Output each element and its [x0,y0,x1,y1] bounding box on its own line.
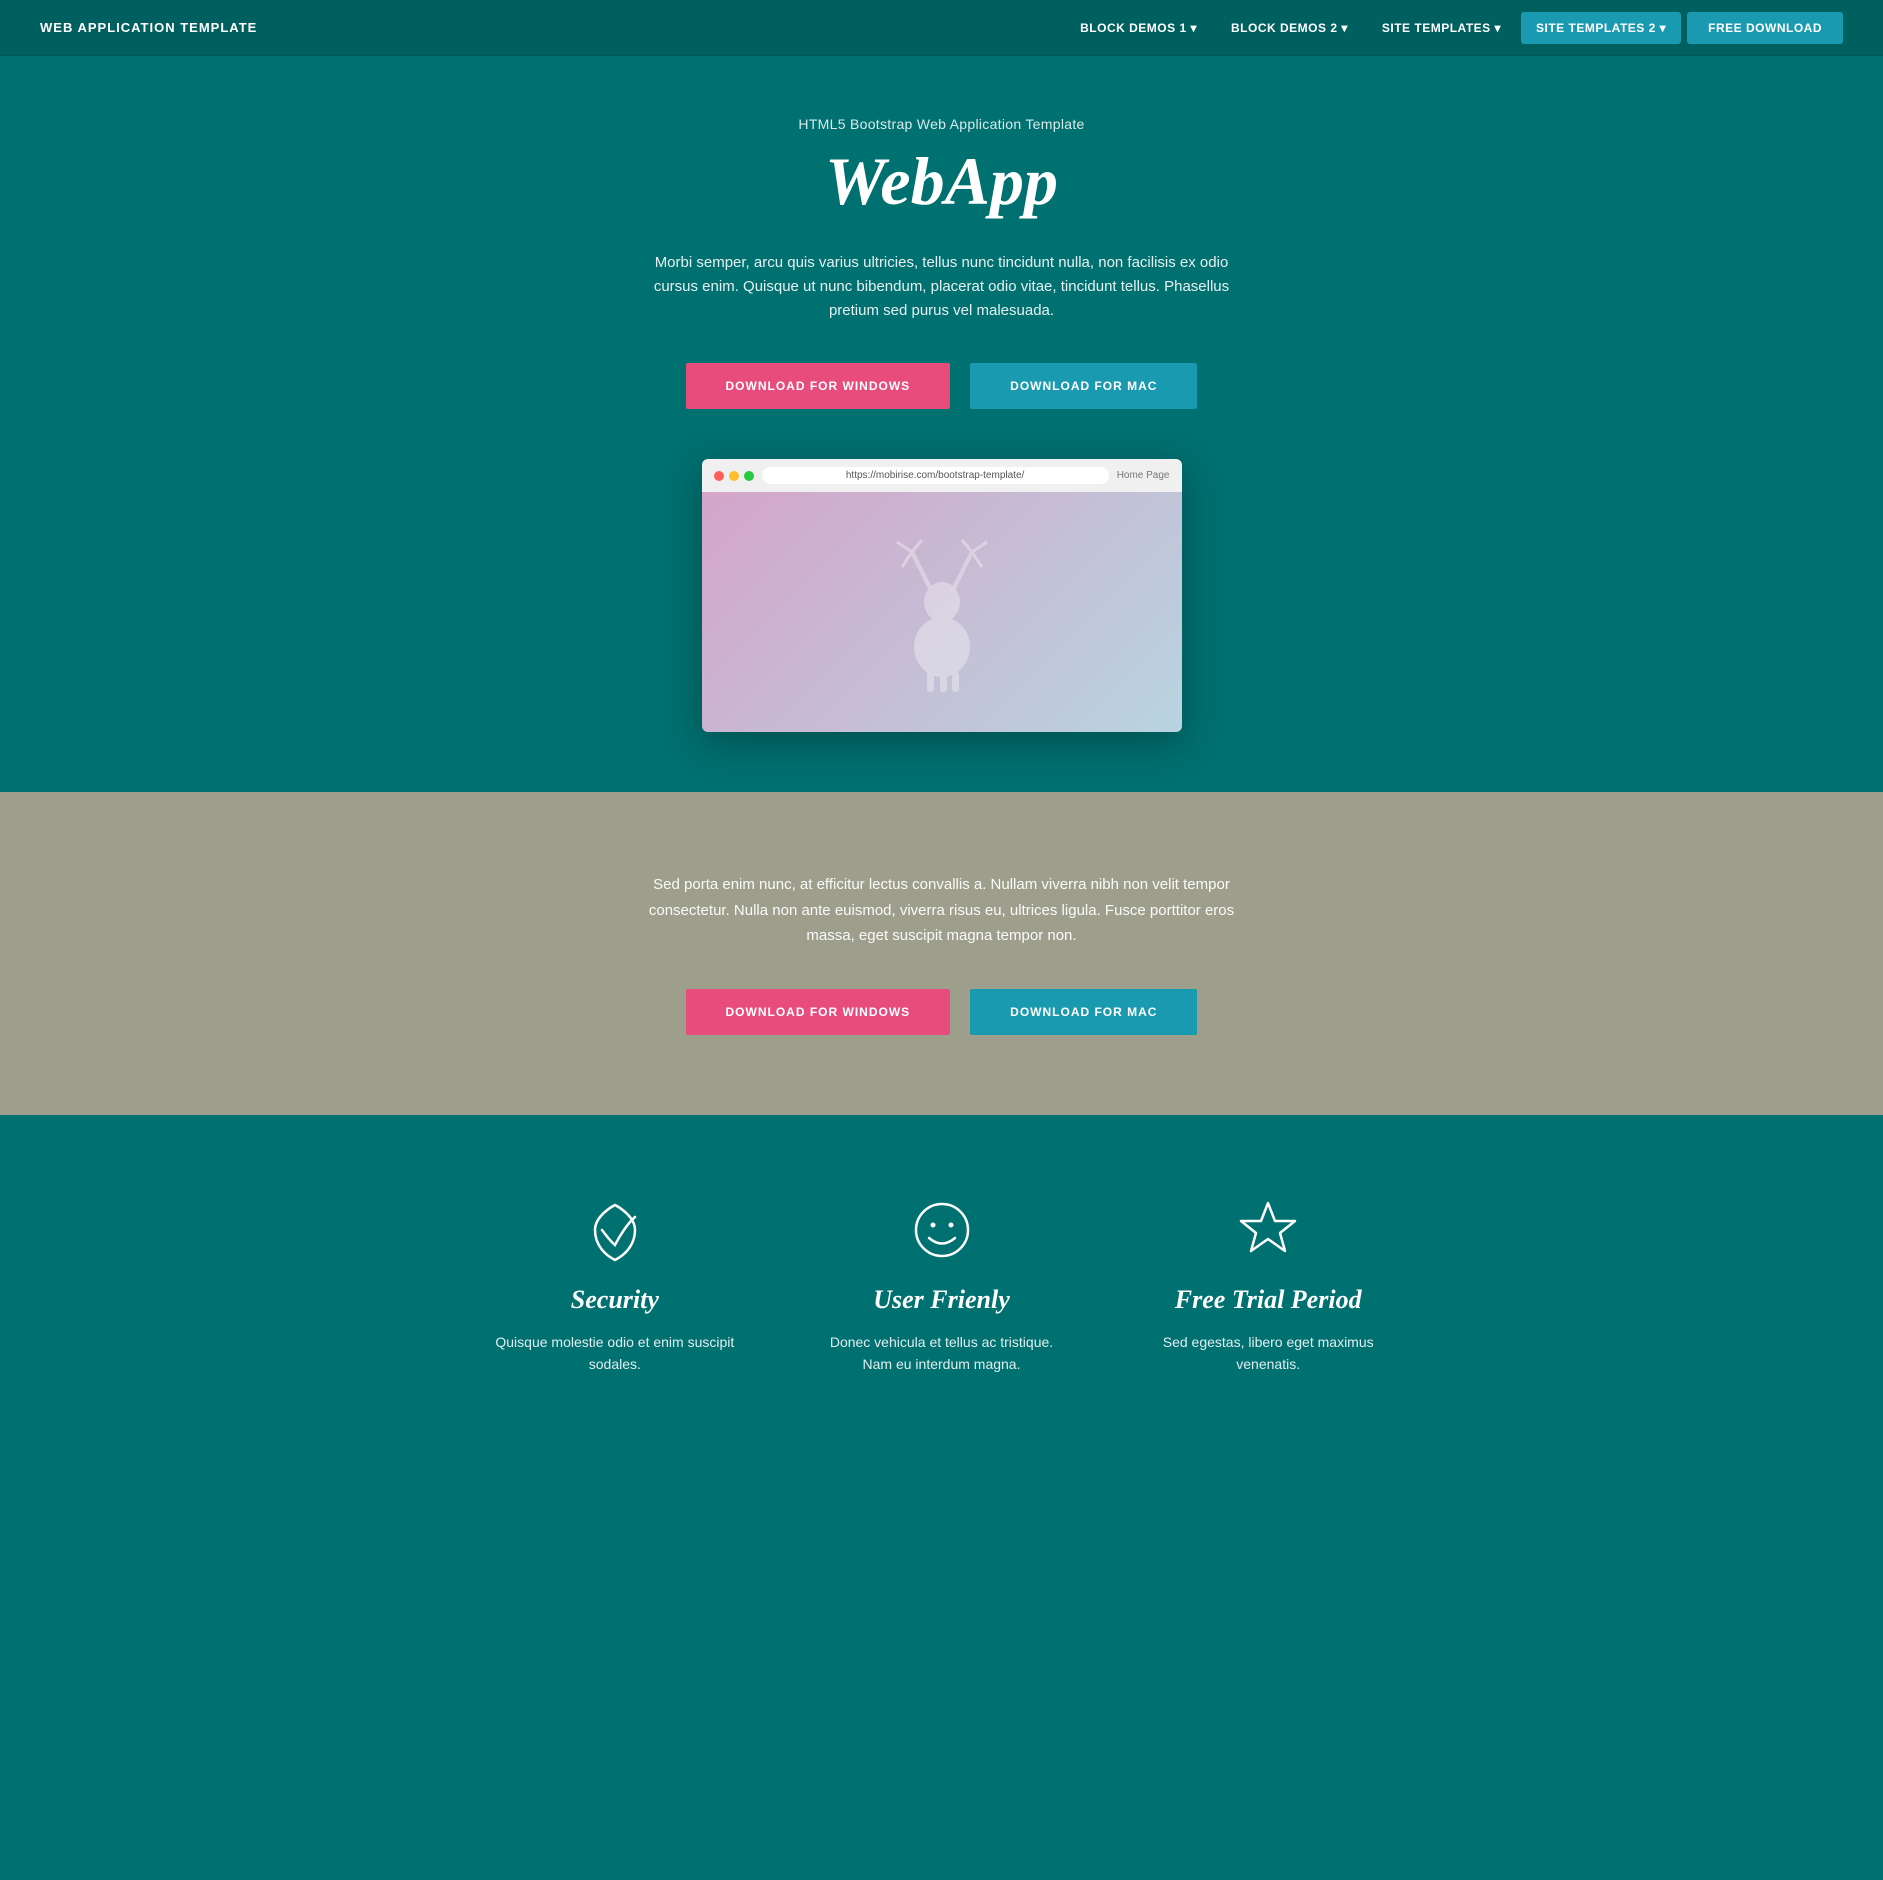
hero-download-mac[interactable]: DOWNLOAD FOR MAC [970,363,1197,409]
nav-block-demos-1[interactable]: BLOCK DEMOS 1 ▾ [1066,13,1211,43]
hero-download-windows[interactable]: DOWNLOAD FOR WINDOWS [686,363,951,409]
security-desc: Quisque molestie odio et enim suscipit s… [492,1331,739,1376]
gray-section-description: Sed porta enim nunc, at efficitur lectus… [632,872,1252,949]
hero-title: WebApp [20,142,1863,221]
browser-bar: https://mobirise.com/bootstrap-template/… [702,459,1182,492]
user-friendly-title: User Frienly [818,1285,1065,1315]
user-friendly-desc: Donec vehicula et tellus ac tristique. N… [818,1331,1065,1376]
browser-home: Home Page [1117,470,1170,481]
feature-user-friendly: User Frienly Donec vehicula et tellus ac… [818,1195,1065,1376]
deer-illustration [882,532,1002,692]
dot-green [744,471,754,481]
gray-download-mac[interactable]: DOWNLOAD FOR MAC [970,989,1197,1035]
nav-free-download[interactable]: FREE DOWNLOAD [1687,12,1843,44]
nav-site-templates-2[interactable]: SITE TEMPLATES 2 ▾ [1521,12,1681,44]
features-grid: Security Quisque molestie odio et enim s… [492,1195,1392,1376]
nav-block-demos-2[interactable]: BLOCK DEMOS 2 ▾ [1217,13,1362,43]
free-trial-title: Free Trial Period [1145,1285,1392,1315]
nav-brand: WEB APPLICATION TEMPLATE [40,20,257,35]
browser-content [702,492,1182,732]
hero-subtitle: HTML5 Bootstrap Web Application Template [20,116,1863,132]
gray-download-windows[interactable]: DOWNLOAD FOR WINDOWS [686,989,951,1035]
dot-red [714,471,724,481]
gray-section-buttons: DOWNLOAD FOR WINDOWS DOWNLOAD FOR MAC [20,989,1863,1035]
browser-url: https://mobirise.com/bootstrap-template/ [762,467,1109,484]
hero-section: HTML5 Bootstrap Web Application Template… [0,56,1883,792]
hero-buttons: DOWNLOAD FOR WINDOWS DOWNLOAD FOR MAC [20,363,1863,409]
nav-site-templates[interactable]: SITE TEMPLATES ▾ [1368,13,1515,43]
feature-security: Security Quisque molestie odio et enim s… [492,1195,739,1376]
dot-yellow [729,471,739,481]
browser-dots [714,471,754,481]
security-icon [580,1195,650,1265]
free-trial-desc: Sed egestas, libero eget maximus venenat… [1145,1331,1392,1376]
free-trial-icon [1233,1195,1303,1265]
features-section: Security Quisque molestie odio et enim s… [0,1115,1883,1476]
gray-section: Sed porta enim nunc, at efficitur lectus… [0,792,1883,1115]
user-friendly-icon [907,1195,977,1265]
browser-mockup: https://mobirise.com/bootstrap-template/… [702,459,1182,732]
feature-free-trial: Free Trial Period Sed egestas, libero eg… [1145,1195,1392,1376]
nav-links: BLOCK DEMOS 1 ▾ BLOCK DEMOS 2 ▾ SITE TEM… [1066,12,1843,44]
security-title: Security [492,1285,739,1315]
hero-description: Morbi semper, arcu quis varius ultricies… [642,251,1242,323]
navbar: WEB APPLICATION TEMPLATE BLOCK DEMOS 1 ▾… [0,0,1883,56]
